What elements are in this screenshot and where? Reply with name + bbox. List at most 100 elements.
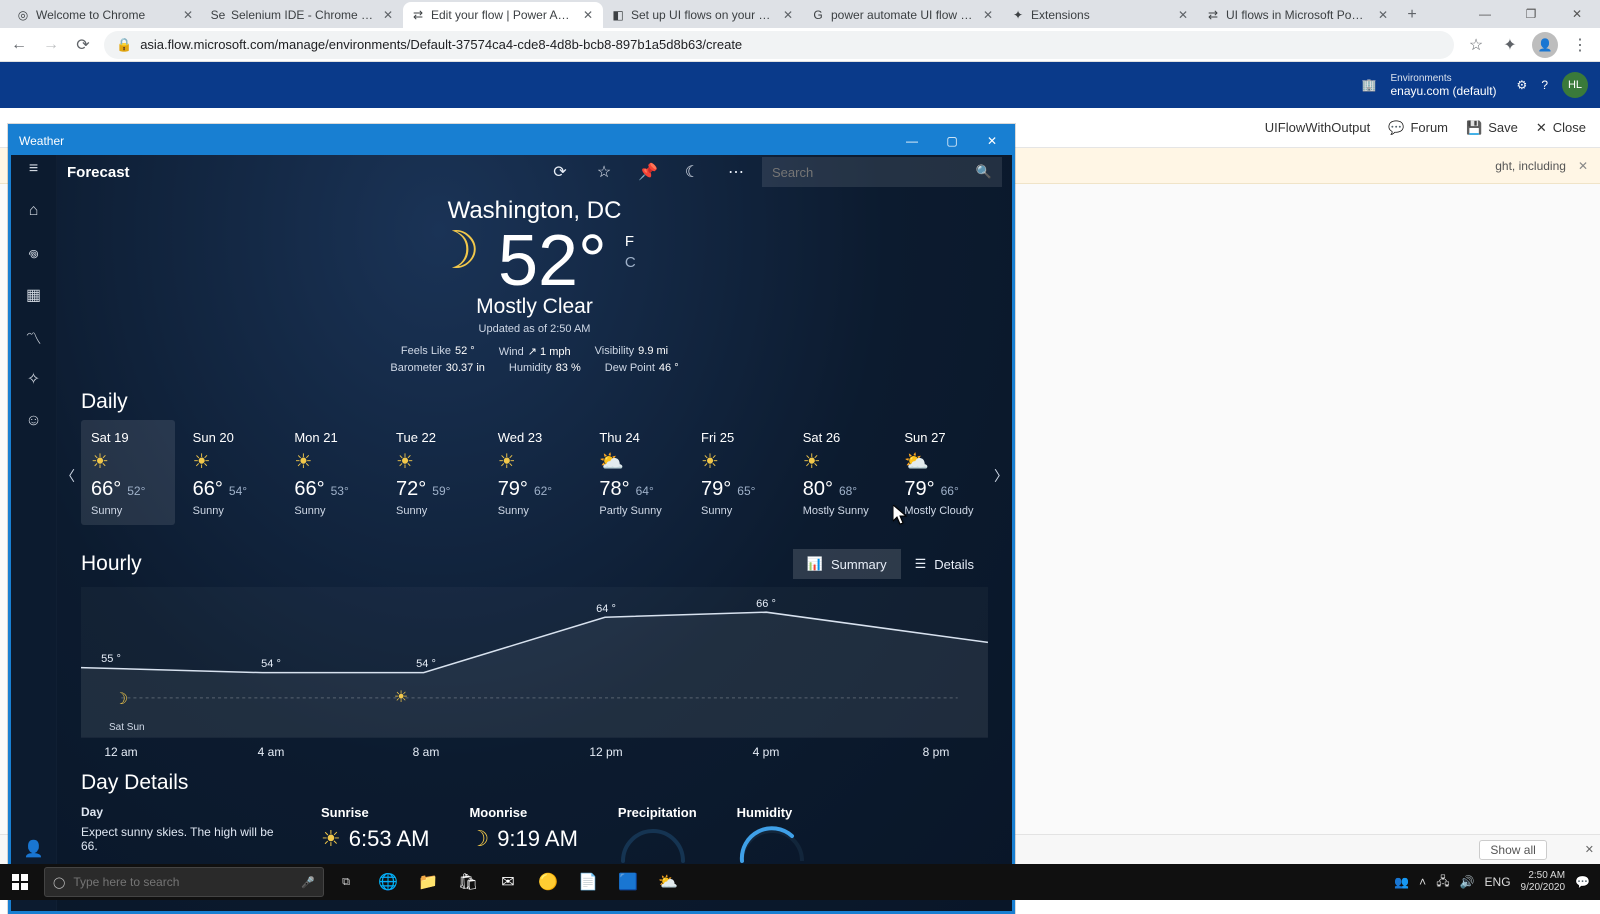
flow-name[interactable]: UIFlowWithOutput xyxy=(1265,120,1370,135)
weather-minimize-button[interactable]: — xyxy=(892,127,932,155)
favorite-star-icon[interactable]: ☆ xyxy=(586,156,622,188)
refresh-icon[interactable]: ⟳ xyxy=(542,156,578,188)
hourly-details-button[interactable]: ☰Details xyxy=(901,549,988,579)
hamburger-icon[interactable]: ≡ xyxy=(24,159,44,179)
taskbar-weather-icon[interactable]: ⛅ xyxy=(648,864,688,900)
tray-chevron-up-icon[interactable]: ˄ xyxy=(1419,875,1426,889)
search-input[interactable] xyxy=(772,165,976,180)
weather-titlebar[interactable]: Weather — ▢ ✕ xyxy=(11,127,1012,155)
taskbar-mail-icon[interactable]: ✉ xyxy=(488,864,528,900)
back-button[interactable]: ← xyxy=(8,34,30,56)
tray-clock[interactable]: 2:50 AM9/20/2020 xyxy=(1521,870,1566,894)
window-minimize-button[interactable]: — xyxy=(1462,0,1508,28)
news-smiley-icon[interactable]: ☺ xyxy=(24,411,44,431)
profile-avatar[interactable]: 👤 xyxy=(1532,32,1558,58)
hurricane-icon[interactable]: 𖦹 xyxy=(24,243,44,263)
unit-f-button[interactable]: F xyxy=(625,233,636,250)
taskbar-app-icon[interactable]: 🟦 xyxy=(608,864,648,900)
account-icon[interactable]: 👤 xyxy=(24,839,44,859)
daily-forecast-card[interactable]: Sun 20☀66°54°Sunny xyxy=(183,420,277,525)
mic-icon[interactable]: 🎤 xyxy=(301,876,315,889)
taskbar-notepad-icon[interactable]: 📄 xyxy=(568,864,608,900)
people-icon[interactable]: 👥 xyxy=(1394,875,1409,889)
daily-forecast-card[interactable]: Tue 22☀72°59°Sunny xyxy=(386,420,480,525)
address-bar[interactable]: 🔒 asia.flow.microsoft.com/manage/environ… xyxy=(104,31,1454,59)
tab-close-icon[interactable]: ✕ xyxy=(781,8,795,22)
tab-close-icon[interactable]: ✕ xyxy=(381,8,395,22)
user-avatar[interactable]: HL xyxy=(1562,72,1588,98)
search-icon[interactable]: 🔍 xyxy=(976,164,992,180)
show-all-downloads-button[interactable]: Show all xyxy=(1479,840,1546,860)
taskbar-chrome-icon[interactable]: 🟡 xyxy=(528,864,568,900)
downloads-close-icon[interactable]: ✕ xyxy=(1585,843,1594,856)
weather-close-button[interactable]: ✕ xyxy=(972,127,1012,155)
tab-close-icon[interactable]: ✕ xyxy=(581,8,595,22)
reload-button[interactable]: ⟳ xyxy=(72,34,94,56)
daily-forecast-card[interactable]: Sat 19☀66°52°Sunny xyxy=(81,420,175,525)
banner-close-icon[interactable]: ✕ xyxy=(1578,159,1588,173)
taskbar-search[interactable]: ◯ 🎤 xyxy=(44,867,324,897)
history-chart-icon[interactable]: 〽 xyxy=(24,327,44,347)
daily-forecast-card[interactable]: Sun 27⛅79°66°Mostly Cloudy xyxy=(894,420,988,525)
tab-close-icon[interactable]: ✕ xyxy=(1176,8,1190,22)
tab-close-icon[interactable]: ✕ xyxy=(181,8,195,22)
lang-indicator[interactable]: ENG xyxy=(1485,875,1511,889)
extensions-icon[interactable]: ✦ xyxy=(1498,33,1522,57)
unit-c-button[interactable]: C xyxy=(625,254,636,271)
hourly-summary-button[interactable]: 📊Summary xyxy=(793,549,901,579)
browser-tab[interactable]: Gpower automate UI flow requir✕ xyxy=(803,2,1003,28)
volume-icon[interactable]: 🔊 xyxy=(1460,875,1475,889)
forum-button[interactable]: 💬Forum xyxy=(1388,120,1448,136)
taskbar-explorer-icon[interactable]: 📁 xyxy=(408,864,448,900)
help-icon[interactable]: ? xyxy=(1541,78,1548,92)
more-ellipsis-icon[interactable]: ⋯ xyxy=(718,156,754,188)
browser-tab[interactable]: ⇄Edit your flow | Power Automate✕ xyxy=(403,2,603,28)
pin-icon[interactable]: 📌 xyxy=(630,156,666,188)
sunrise-block: Sunrise ☀6:53 AM xyxy=(321,805,429,869)
settings-gear-icon[interactable]: ⚙ xyxy=(1517,78,1528,92)
chrome-menu-icon[interactable]: ⋮ xyxy=(1568,33,1592,57)
network-icon[interactable]: 🖧 xyxy=(1436,872,1449,893)
tab-close-icon[interactable]: ✕ xyxy=(1376,8,1390,22)
task-view-button[interactable]: ⧉ xyxy=(328,876,364,889)
weather-maximize-button[interactable]: ▢ xyxy=(932,127,972,155)
favorite-places-icon[interactable]: ✧ xyxy=(24,369,44,389)
browser-tab[interactable]: ⇄UI flows in Microsoft Power Auto✕ xyxy=(1198,2,1398,28)
window-maximize-button[interactable]: ❐ xyxy=(1508,0,1554,28)
daily-forecast-card[interactable]: Wed 23☀79°62°Sunny xyxy=(488,420,582,525)
environment-picker[interactable]: Environments enayu.com (default) xyxy=(1390,72,1496,98)
url-text: asia.flow.microsoft.com/manage/environme… xyxy=(140,37,742,52)
maps-icon[interactable]: ▦ xyxy=(24,285,44,305)
daily-forecast-card[interactable]: Fri 25☀79°65°Sunny xyxy=(691,420,785,525)
taskbar-search-input[interactable] xyxy=(73,875,293,889)
window-close-button[interactable]: ✕ xyxy=(1554,0,1600,28)
daily-next-chevron-icon[interactable]: 〉 xyxy=(994,466,1008,486)
taskbar-store-icon[interactable]: 🛍 xyxy=(448,864,488,900)
x-axis-label: 4 pm xyxy=(753,745,780,759)
browser-tab[interactable]: ◧Set up UI flows on your device -✕ xyxy=(603,2,803,28)
close-flow-button[interactable]: ✕Close xyxy=(1536,120,1586,136)
daily-forecast-card[interactable]: Sat 26☀80°68°Mostly Sunny xyxy=(793,420,887,525)
taskbar-edge-icon[interactable]: 🌐 xyxy=(368,864,408,900)
home-icon[interactable]: ⌂ xyxy=(24,201,44,221)
daily-prev-chevron-icon[interactable]: 〈 xyxy=(61,466,75,486)
bookmark-star-icon[interactable]: ☆ xyxy=(1464,33,1488,57)
tab-close-icon[interactable]: ✕ xyxy=(981,8,995,22)
new-tab-button[interactable]: + xyxy=(1398,2,1426,28)
browser-tab[interactable]: ✦Extensions✕ xyxy=(1003,2,1198,28)
forward-button[interactable]: → xyxy=(40,34,62,56)
start-button[interactable] xyxy=(0,874,40,890)
action-center-icon[interactable]: 💬 xyxy=(1575,875,1590,889)
environments-icon[interactable]: 🏢 xyxy=(1362,78,1377,92)
day-details-heading: Day Details xyxy=(81,771,988,795)
browser-tab[interactable]: SeSelenium IDE - Chrome Web Sto✕ xyxy=(203,2,403,28)
weather-search[interactable]: 🔍 xyxy=(762,157,1002,187)
hourly-chart[interactable]: 55 ° 54 ° 54 ° 64 ° 66 ° ☽ ☀ Sat Sun 12 … xyxy=(81,587,988,737)
moon-icon: ☽ xyxy=(114,689,128,709)
save-button[interactable]: 💾Save xyxy=(1466,120,1518,136)
browser-tab[interactable]: ◎Welcome to Chrome✕ xyxy=(8,2,203,28)
moonrise-icon: ☽ xyxy=(469,826,489,852)
daily-forecast-card[interactable]: Mon 21☀66°53°Sunny xyxy=(284,420,378,525)
moon-phase-icon[interactable]: ☾ xyxy=(674,156,710,188)
daily-forecast-card[interactable]: Thu 24⛅78°64°Partly Sunny xyxy=(589,420,683,525)
